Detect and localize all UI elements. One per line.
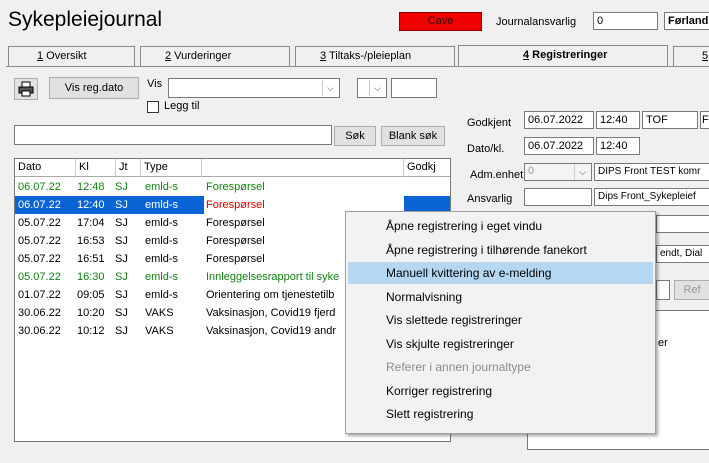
godkjent-date-field[interactable]: 06.07.2022 xyxy=(524,111,594,129)
chevron-down-icon: ⌵ xyxy=(322,80,338,96)
cave-button[interactable]: Cave xyxy=(399,12,482,31)
search-button[interactable]: Søk xyxy=(334,126,376,146)
legg-til-label: Legg til xyxy=(164,100,200,112)
menu-item-show-hidden[interactable]: Vis skjulte registreringer xyxy=(348,333,653,355)
godkjent-extra-field[interactable]: F xyxy=(700,111,709,129)
cell-dato: 05.07.22 xyxy=(18,235,61,247)
print-button[interactable] xyxy=(14,78,38,100)
dato-kl-label: Dato/kl. xyxy=(467,143,505,155)
column-header-godkj[interactable]: Godkj xyxy=(404,159,450,177)
menu-item-manual-receipt[interactable]: Manuell kvittering av e-melding xyxy=(348,262,653,284)
blank-search-button[interactable]: Blank søk xyxy=(381,126,445,146)
menu-item-show-deleted[interactable]: Vis slettede registreringer xyxy=(348,309,653,331)
menu-item-open-tab[interactable]: Åpne registrering i tilhørende fanekort xyxy=(348,239,653,261)
cell-jt: SJ xyxy=(115,307,128,319)
cell-dato: 06.07.22 xyxy=(18,181,61,193)
cell-type: emld-s xyxy=(145,289,179,301)
godkjent-time-field[interactable]: 12:40 xyxy=(596,111,640,129)
cell-jt: SJ xyxy=(115,217,128,229)
menu-item-normal-view[interactable]: Normalvisning xyxy=(348,286,653,308)
cell-jt: SJ xyxy=(115,199,128,211)
tab-oversikt[interactable]: 1 Oversikt xyxy=(8,46,135,66)
column-header-dato[interactable]: Dato xyxy=(15,159,76,177)
cell-dato: 30.06.22 xyxy=(18,325,61,337)
cell-type: emld-s xyxy=(145,235,179,247)
search-input[interactable] xyxy=(14,125,332,145)
cell-type: emld-s xyxy=(145,217,179,229)
adm-enhet-name-field[interactable]: DIPS Front TEST komr xyxy=(594,163,709,181)
column-header-description[interactable] xyxy=(202,159,404,177)
menu-item-correct[interactable]: Korriger registrering xyxy=(348,380,653,402)
cell-dato: 30.06.22 xyxy=(18,307,61,319)
cell-kl: 10:12 xyxy=(77,325,105,337)
journal-responsible-label: Journalansvarlig xyxy=(496,16,577,28)
cell-kl: 16:51 xyxy=(77,253,105,265)
chevron-down-icon: ⌵ xyxy=(574,164,590,180)
vis-reg-dato-button[interactable]: Vis reg.dato xyxy=(49,77,139,99)
cell-type: emld-s xyxy=(145,271,179,283)
cell-type: VAKS xyxy=(145,325,174,337)
cell-jt: SJ xyxy=(115,271,128,283)
vis-extra-field[interactable] xyxy=(391,78,437,98)
tab-tiltaks-pleieplan[interactable]: 3 Tiltaks-/pleieplan xyxy=(295,46,455,66)
cell-kl: 12:48 xyxy=(77,181,105,193)
cell-kl: 17:04 xyxy=(77,217,105,229)
detail-field-2[interactable]: endt, Dial xyxy=(656,245,709,263)
cell-jt: SJ xyxy=(115,325,128,337)
ansvarlig-label: Ansvarlig xyxy=(467,193,513,205)
journal-responsible-number[interactable]: 0 xyxy=(593,12,658,30)
referer-button[interactable]: Ref xyxy=(674,280,709,300)
cell-dato: 05.07.22 xyxy=(18,253,61,265)
tab-registreringer[interactable]: 4 Registreringer xyxy=(458,45,668,66)
vis-secondary-select[interactable]: ⌵ xyxy=(357,78,387,98)
cell-jt: SJ xyxy=(115,289,128,301)
tab-vurderinger[interactable]: 2 Vurderinger xyxy=(140,46,290,66)
cell-dato: 05.07.22 xyxy=(18,217,61,229)
ansvarlig-name-field[interactable]: Dips Front_Sykepleief xyxy=(594,188,709,206)
godkjent-label: Godkjent xyxy=(467,117,512,129)
cell-type: VAKS xyxy=(145,307,174,319)
context-menu: Åpne registrering i eget vindu Åpne regis… xyxy=(345,211,656,434)
cell-kl: 09:05 xyxy=(77,289,105,301)
cell-dato: 01.07.22 xyxy=(18,289,61,301)
menu-item-open-own-window[interactable]: Åpne registrering i eget vindu xyxy=(348,215,653,237)
table-row[interactable]: 06.07.22 12:48 SJ emld-s Forespørsel xyxy=(15,178,450,196)
cell-jt: SJ xyxy=(115,235,128,247)
vis-label: Vis xyxy=(147,78,163,90)
column-header-type[interactable]: Type xyxy=(141,159,202,177)
godkjent-user-field[interactable]: TOF xyxy=(642,111,698,129)
cell-jt: SJ xyxy=(115,253,128,265)
detail-field-1[interactable] xyxy=(656,215,709,233)
adm-enhet-select[interactable]: 0 ⌵ xyxy=(524,163,592,181)
dato-time-field[interactable]: 12:40 xyxy=(596,137,640,155)
column-header-kl[interactable]: Kl xyxy=(76,159,116,177)
tab-divider xyxy=(6,66,709,67)
cell-dato: 06.07.22 xyxy=(18,199,61,211)
app-title: Sykepleiejournal xyxy=(8,8,163,31)
cell-kl: 16:53 xyxy=(77,235,105,247)
cell-type: emld-s xyxy=(145,199,179,211)
dato-date-field[interactable]: 06.07.2022 xyxy=(524,137,594,155)
cell-description: Forespørsel xyxy=(206,181,265,193)
legg-til-checkbox[interactable] xyxy=(147,101,159,113)
detail-field-3[interactable] xyxy=(656,280,670,300)
cell-type: emld-s xyxy=(145,181,179,193)
cell-kl: 16:30 xyxy=(77,271,105,283)
menu-item-refer-other: Referer i annen journaltype xyxy=(386,360,531,374)
journal-responsible-name[interactable]: Førland, T xyxy=(664,12,709,30)
printer-icon xyxy=(18,81,34,100)
cell-kl: 10:20 xyxy=(77,307,105,319)
cell-jt: SJ xyxy=(115,181,128,193)
menu-item-delete[interactable]: Slett registrering xyxy=(348,403,653,425)
cell-kl: 12:40 xyxy=(77,199,105,211)
chevron-down-icon: ⌵ xyxy=(369,80,385,96)
adm-enhet-label: Adm.enhet xyxy=(470,169,524,181)
ansvarlig-id-field[interactable] xyxy=(524,188,592,206)
cell-dato: 05.07.22 xyxy=(18,271,61,283)
tab-5[interactable]: 5 xyxy=(673,46,709,66)
column-header-jt[interactable]: Jt xyxy=(116,159,141,177)
cell-type: emld-s xyxy=(145,253,179,265)
vis-select[interactable]: ⌵ xyxy=(168,78,340,98)
